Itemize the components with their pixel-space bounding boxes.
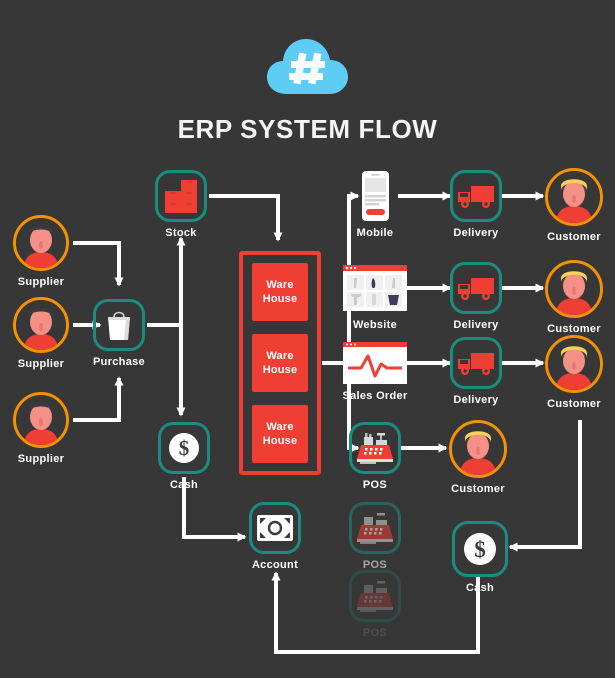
node-label: Supplier xyxy=(17,453,65,465)
warehouse-line-2: House xyxy=(262,293,298,305)
warehouse-block-1[interactable]: Ware House xyxy=(252,263,308,321)
cloud-hash-icon xyxy=(265,36,350,98)
warehouse-line-2: House xyxy=(262,435,298,447)
node-delivery-1[interactable]: Delivery xyxy=(450,170,502,239)
node-label: Customer xyxy=(547,323,601,335)
node-delivery-3[interactable]: Delivery xyxy=(450,337,502,406)
warehouse-line-1: Ware xyxy=(266,350,294,362)
node-label: Purchase xyxy=(93,356,145,368)
node-cash-left[interactable]: $ Cash xyxy=(158,422,210,491)
banknote-icon xyxy=(249,502,301,554)
warehouse-block-3[interactable]: Ware House xyxy=(252,405,308,463)
person-avatar-icon xyxy=(13,215,69,271)
delivery-truck-icon xyxy=(450,337,502,389)
shopping-bag-icon xyxy=(93,299,145,351)
node-delivery-2[interactable]: Delivery xyxy=(450,262,502,331)
node-label: Delivery xyxy=(453,319,499,331)
node-label: POS xyxy=(362,479,388,491)
node-account[interactable]: Account xyxy=(249,502,301,571)
node-label: Mobile xyxy=(356,227,394,239)
node-customer-1[interactable]: Customer xyxy=(545,168,603,243)
person-avatar-icon xyxy=(13,392,69,448)
svg-text:$: $ xyxy=(474,537,486,562)
node-pos-main[interactable]: POS xyxy=(349,422,401,491)
erp-flow-diagram: ERP SYSTEM FLOW Supplier Supplier Suppli… xyxy=(0,0,615,678)
node-label: Cash xyxy=(465,582,495,594)
warehouse-line-2: House xyxy=(262,364,298,376)
node-label: Website xyxy=(352,319,398,331)
node-label: Supplier xyxy=(17,358,65,370)
node-pos-faded-1: POS xyxy=(349,502,401,571)
node-label: Account xyxy=(251,559,299,571)
browser-window-icon xyxy=(342,262,408,314)
node-supplier-3[interactable]: Supplier xyxy=(13,392,69,465)
smartphone-icon xyxy=(349,170,401,222)
node-customer-2[interactable]: Customer xyxy=(545,260,603,335)
node-customer-4[interactable]: Customer xyxy=(449,420,507,495)
node-stock[interactable]: Stock xyxy=(155,170,207,239)
node-mobile[interactable]: Mobile xyxy=(349,170,401,239)
person-avatar-icon xyxy=(545,335,603,393)
delivery-truck-icon xyxy=(450,170,502,222)
node-label: Customer xyxy=(547,231,601,243)
cash-register-icon xyxy=(349,502,401,554)
node-cash-right[interactable]: $ Cash xyxy=(452,521,508,594)
dollar-coin-icon: $ xyxy=(158,422,210,474)
warehouse-group: Ware House Ware House Ware House xyxy=(239,251,321,475)
line-chart-window-icon xyxy=(342,341,408,385)
delivery-truck-icon xyxy=(450,262,502,314)
cash-register-icon xyxy=(349,570,401,622)
node-label: Customer xyxy=(451,483,505,495)
person-avatar-icon xyxy=(545,168,603,226)
node-label: Stock xyxy=(165,227,197,239)
node-pos-faded-2: POS xyxy=(349,570,401,639)
node-website[interactable]: Website xyxy=(342,262,408,331)
warehouse-line-1: Ware xyxy=(266,421,294,433)
page-title: ERP SYSTEM FLOW xyxy=(177,114,438,144)
node-sales-order[interactable]: Sales Order xyxy=(342,341,408,402)
dollar-coin-icon: $ xyxy=(452,521,508,577)
node-supplier-2[interactable]: Supplier xyxy=(13,297,69,370)
node-label: Sales Order xyxy=(342,390,408,402)
person-avatar-icon xyxy=(449,420,507,478)
person-avatar-icon xyxy=(545,260,603,318)
node-label: Supplier xyxy=(17,276,65,288)
cash-register-icon xyxy=(349,422,401,474)
warehouse-line-1: Ware xyxy=(266,279,294,291)
node-label: Customer xyxy=(547,398,601,410)
stacked-boxes-icon xyxy=(155,170,207,222)
warehouse-block-2[interactable]: Ware House xyxy=(252,334,308,392)
node-supplier-1[interactable]: Supplier xyxy=(13,215,69,288)
node-label: Delivery xyxy=(453,394,499,406)
node-label: Cash xyxy=(169,479,199,491)
node-label: Delivery xyxy=(453,227,499,239)
node-customer-3[interactable]: Customer xyxy=(545,335,603,410)
person-avatar-icon xyxy=(13,297,69,353)
svg-text:$: $ xyxy=(179,436,190,460)
node-purchase[interactable]: Purchase xyxy=(93,299,145,368)
node-label: POS xyxy=(362,627,388,639)
